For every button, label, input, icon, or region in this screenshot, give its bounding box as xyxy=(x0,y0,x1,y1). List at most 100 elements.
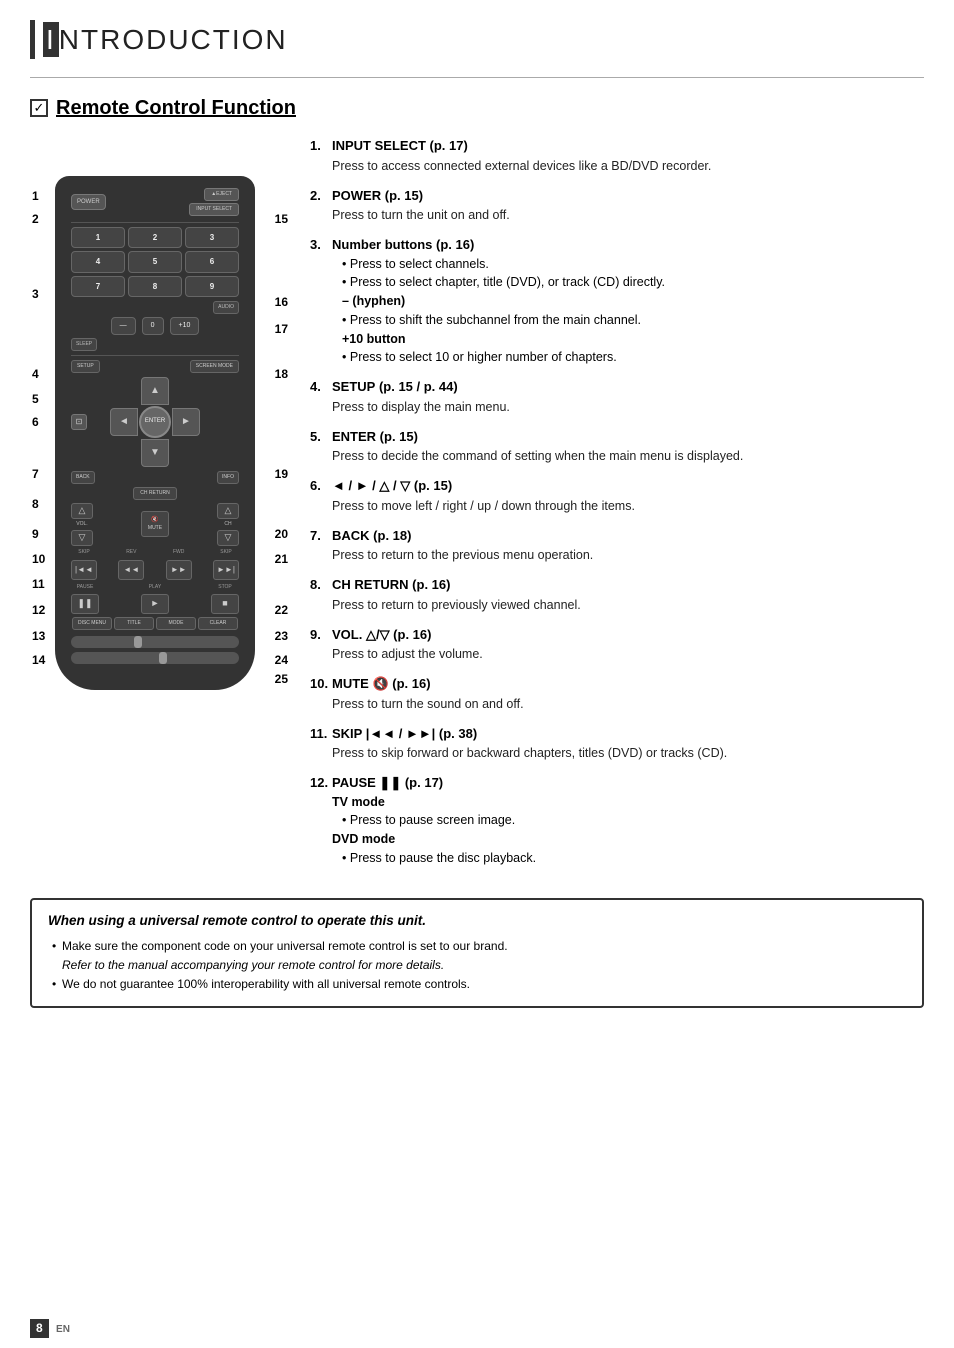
ch-block: △ CH ▽ xyxy=(217,503,239,546)
num-3[interactable]: 3 xyxy=(185,227,239,248)
dpad-left[interactable]: ◄ xyxy=(110,408,138,436)
info-button[interactable]: INFO xyxy=(217,471,239,484)
ch-up-button[interactable]: △ xyxy=(217,503,239,519)
skip-fwd-button[interactable]: ►►| xyxy=(213,560,239,580)
desc-body-5: Press to decide the command of setting w… xyxy=(332,449,743,463)
footer-note-title: When using a universal remote control to… xyxy=(48,912,906,931)
desc-body-9: Press to adjust the volume. xyxy=(332,647,483,661)
vol-down-button[interactable]: ▽ xyxy=(71,530,93,546)
dpad-up[interactable]: ▲ xyxy=(141,377,169,405)
play-row: ❚❚ ► ■ xyxy=(71,594,239,614)
back-info-row: BACK INFO xyxy=(71,471,239,484)
num-8[interactable]: 8 xyxy=(128,276,182,297)
vol-up-button[interactable]: △ xyxy=(71,503,93,519)
input-button[interactable]: INPUT SELECT xyxy=(189,203,239,216)
desc-item-11: 11. SKIP |◄◄ / ►►| (p. 38) Press to skip… xyxy=(310,724,924,764)
remote-top-row: POWER ▲EJECT INPUT SELECT xyxy=(71,188,239,216)
dpad-area: ⊡ ▲ ◄ ENTER ► ▼ xyxy=(71,377,239,467)
label-6: 6 xyxy=(32,414,39,431)
num-hyphen[interactable]: — xyxy=(111,317,136,335)
label-15: 15 xyxy=(275,211,288,228)
slider-1[interactable] xyxy=(71,636,239,648)
dpad-right[interactable]: ► xyxy=(172,408,200,436)
desc-num-10: 10. xyxy=(310,674,332,714)
page-header: INTRODUCTION xyxy=(30,20,924,59)
label-4: 4 xyxy=(32,366,39,383)
desc-content-1: INPUT SELECT (p. 17) Press to access con… xyxy=(332,136,924,176)
desc-item-1: 1. INPUT SELECT (p. 17) Press to access … xyxy=(310,136,924,176)
desc-title-5: ENTER (p. 15) xyxy=(332,429,418,444)
skip-back-button[interactable]: |◄◄ xyxy=(71,560,97,580)
pic-mode-button[interactable]: ⊡ xyxy=(71,414,87,430)
vol-mute-ch-row: △ VOL. ▽ 🔇MUTE △ CH ▽ xyxy=(71,503,239,546)
eject-button[interactable]: ▲EJECT xyxy=(204,188,239,201)
enter-button[interactable]: ENTER xyxy=(139,406,171,438)
play-text-label: PLAY xyxy=(141,584,169,591)
desc-sub-12-title-2: DVD mode xyxy=(332,830,924,849)
desc-content-9: VOL. △/▽ (p. 16) Press to adjust the vol… xyxy=(332,625,924,665)
footer-note: When using a universal remote control to… xyxy=(30,898,924,1008)
fwd-button[interactable]: ►► xyxy=(166,560,192,580)
pause-button[interactable]: ❚❚ xyxy=(71,594,99,614)
power-button[interactable]: POWER xyxy=(71,194,106,210)
sleep-button[interactable]: SLEEP xyxy=(71,338,97,351)
stop-button[interactable]: ■ xyxy=(211,594,239,614)
num-4[interactable]: 4 xyxy=(71,251,125,272)
numpad-area: 1 2 3 4 5 6 7 8 9 AUDIO — xyxy=(71,227,239,350)
screen-mode-button[interactable]: SCREEN MODE xyxy=(190,360,239,373)
desc-content-11: SKIP |◄◄ / ►►| (p. 38) Press to skip for… xyxy=(332,724,924,764)
desc-title-9: VOL. △/▽ (p. 16) xyxy=(332,627,431,642)
desc-sub-12-2: Press to pause the disc playback. xyxy=(332,849,924,868)
desc-sub-3-title-1: – (hyphen) xyxy=(332,292,924,311)
num-plus10[interactable]: +10 xyxy=(170,317,200,335)
clear-button[interactable]: CLEAR xyxy=(198,617,238,630)
label-13: 13 xyxy=(32,628,45,645)
transport-labels-row: SKIP REV FWD SKIP xyxy=(71,549,239,556)
mute-button[interactable]: 🔇MUTE xyxy=(141,511,169,538)
num-5[interactable]: 5 xyxy=(128,251,182,272)
setup-button[interactable]: SETUP xyxy=(71,360,100,373)
desc-body-2: Press to turn the unit on and off. xyxy=(332,208,510,222)
desc-content-5: ENTER (p. 15) Press to decide the comman… xyxy=(332,427,924,467)
label-2: 2 xyxy=(32,211,39,228)
num-6[interactable]: 6 xyxy=(185,251,239,272)
num-2[interactable]: 2 xyxy=(128,227,182,248)
desc-sub-3-3: Press to shift the subchannel from the m… xyxy=(332,311,924,330)
desc-title-1: INPUT SELECT (p. 17) xyxy=(332,138,468,153)
desc-sub-12-title-1: TV mode xyxy=(332,793,924,812)
slider-2[interactable] xyxy=(71,652,239,664)
ch-return-button[interactable]: CH RETURN xyxy=(133,487,176,500)
audio-button[interactable]: AUDIO xyxy=(213,301,239,314)
play-button[interactable]: ► xyxy=(141,594,169,614)
section-heading: Remote Control Function xyxy=(56,94,296,122)
desc-num-4: 4. xyxy=(310,377,332,417)
disc-menu-button[interactable]: DISC MENU xyxy=(72,617,112,630)
num-bottom: — 0 +10 xyxy=(71,317,239,335)
title-button[interactable]: TITLE xyxy=(114,617,154,630)
rev-button[interactable]: ◄◄ xyxy=(118,560,144,580)
dpad-down[interactable]: ▼ xyxy=(141,439,169,467)
desc-title-11: SKIP |◄◄ / ►►| (p. 38) xyxy=(332,726,477,741)
desc-num-7: 7. xyxy=(310,526,332,566)
desc-body-1: Press to access connected external devic… xyxy=(332,159,711,173)
desc-num-12: 12. xyxy=(310,773,332,868)
ch-down-button[interactable]: ▽ xyxy=(217,530,239,546)
label-14: 14 xyxy=(32,652,45,669)
input-eject-group: ▲EJECT INPUT SELECT xyxy=(189,188,239,216)
desc-sub-3-1: Press to select channels. xyxy=(332,255,924,274)
mode-button[interactable]: MODE xyxy=(156,617,196,630)
num-7[interactable]: 7 xyxy=(71,276,125,297)
ch-label: CH xyxy=(224,521,231,528)
slider-section xyxy=(71,636,239,664)
num-1[interactable]: 1 xyxy=(71,227,125,248)
num-0[interactable]: 0 xyxy=(142,317,164,335)
desc-title-10: MUTE 🔇 (p. 16) xyxy=(332,676,431,691)
pause-text-label: PAUSE xyxy=(71,584,99,591)
label-1: 1 xyxy=(32,188,39,205)
desc-item-8: 8. CH RETURN (p. 16) Press to return to … xyxy=(310,575,924,615)
desc-sub-3-title-2: +10 button xyxy=(332,330,924,349)
desc-sub-12-1: Press to pause screen image. xyxy=(332,811,924,830)
num-9[interactable]: 9 xyxy=(185,276,239,297)
back-button[interactable]: BACK xyxy=(71,471,95,484)
desc-body-7: Press to return to the previous menu ope… xyxy=(332,548,593,562)
